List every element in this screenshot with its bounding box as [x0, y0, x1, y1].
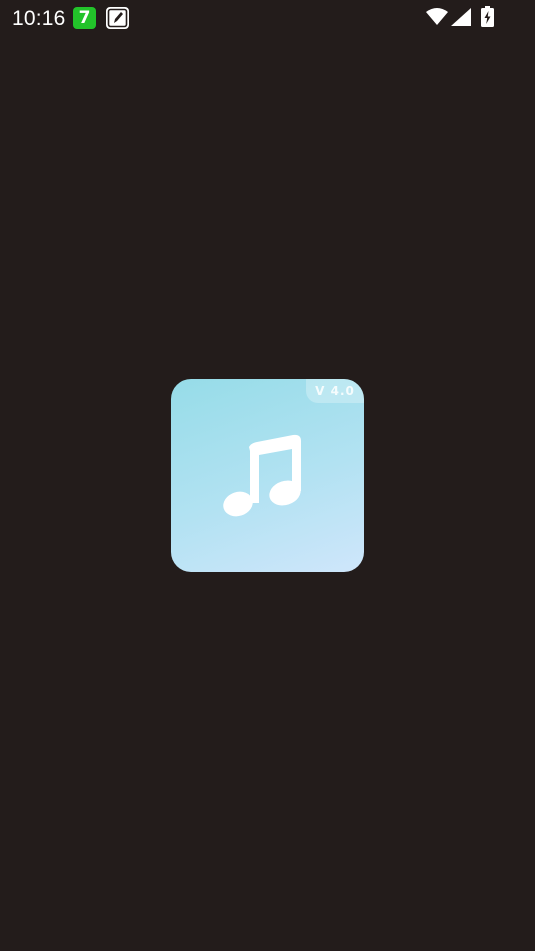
- edit-notification-icon: [106, 7, 129, 29]
- app-logo: V 4.0: [171, 379, 364, 572]
- app-notification-icon: 7: [73, 7, 96, 29]
- splash-screen: 10:16 7 V 4.0: [0, 0, 535, 951]
- version-badge: V 4.0: [306, 379, 364, 403]
- status-time: 10:16: [12, 7, 66, 30]
- wifi-icon: [426, 8, 448, 26]
- status-bar: 10:16 7: [0, 0, 535, 36]
- battery-charging-icon: [481, 6, 494, 27]
- signal-icon: [451, 8, 471, 26]
- music-note-icon: [221, 429, 309, 521]
